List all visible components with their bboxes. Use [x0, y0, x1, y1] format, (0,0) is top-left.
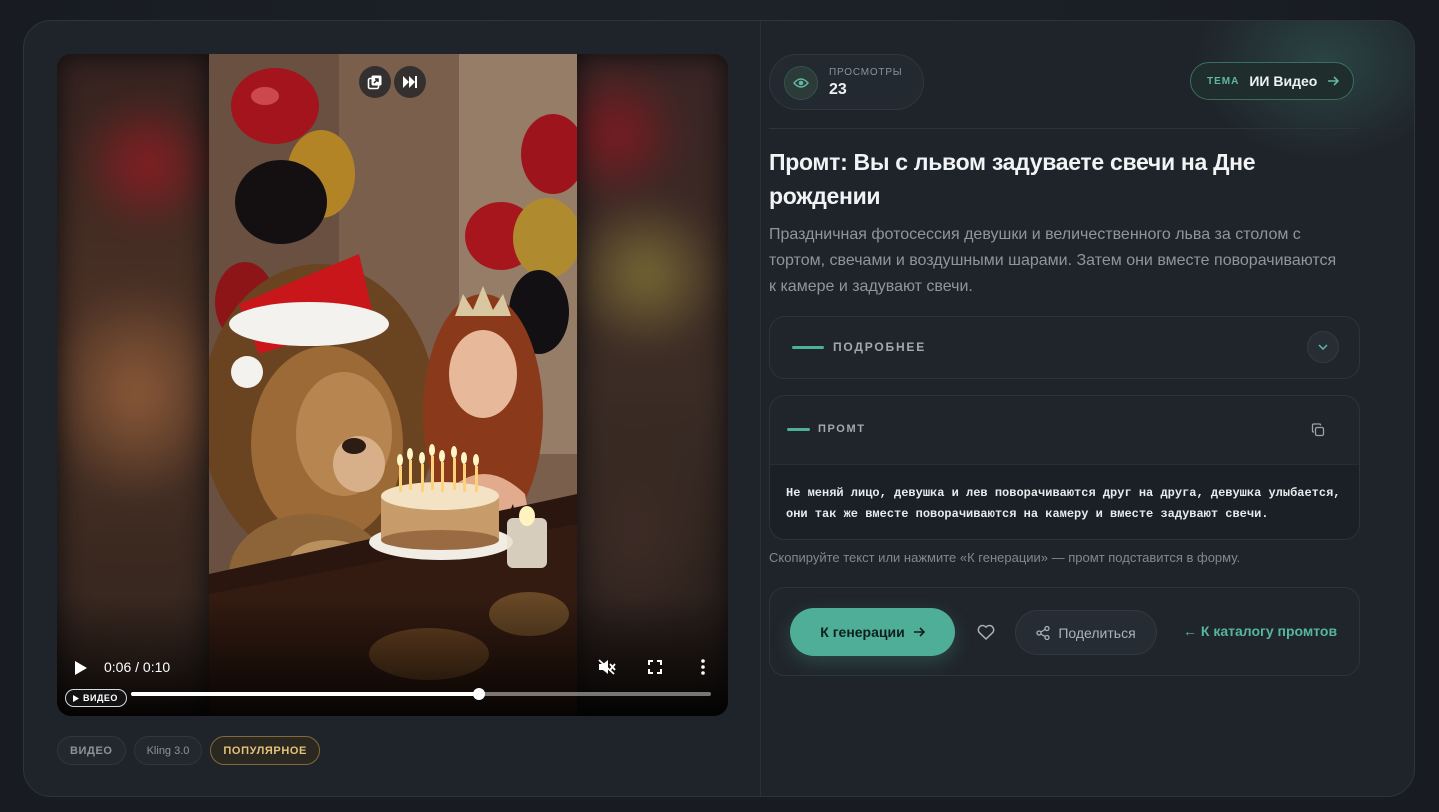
video-player[interactable]: 0:06 / 0:10 ВИДЕО	[57, 54, 728, 716]
skip-next-button[interactable]	[394, 66, 426, 98]
tag-list: ВИДЕО Kling 3.0 ПОПУЛЯРНОЕ	[57, 736, 320, 765]
prompt-box: ПРОМТ Не меняй лицо, девушка и лев повор…	[769, 395, 1360, 540]
tag-video[interactable]: ВИДЕО	[57, 736, 126, 765]
prompt-accent-line	[787, 428, 810, 431]
video-progress-bar[interactable]	[131, 688, 711, 700]
theme-label: ТЕМА	[1207, 75, 1240, 87]
column-divider	[760, 21, 761, 796]
video-type-badge: ВИДЕО	[65, 689, 127, 707]
arrow-right-icon	[1328, 76, 1340, 86]
copy-icon	[1311, 423, 1325, 437]
theme-link[interactable]: ТЕМА ИИ Видео	[1190, 62, 1355, 100]
share-button-label: Поделиться	[1058, 624, 1136, 641]
page-title: Промт: Вы с львом задуваете свечи на Дне…	[769, 149, 1256, 209]
play-small-icon	[73, 694, 79, 702]
page-description: Праздничная фотосессия девушки и величес…	[769, 226, 1337, 295]
views-label: ПРОСМОТРЫ	[829, 67, 903, 78]
share-icon	[1036, 625, 1050, 640]
tag-popular[interactable]: ПОПУЛЯРНОЕ	[210, 736, 320, 765]
tag-model[interactable]: Kling 3.0	[133, 736, 203, 765]
copy-hint: Скопируйте текст или нажмите «К генераци…	[769, 550, 1241, 565]
more-vertical-icon	[701, 659, 705, 675]
copy-prompt-button[interactable]	[1307, 419, 1329, 441]
arrow-right-icon	[913, 627, 925, 637]
chevron-down-icon	[1318, 344, 1328, 350]
prompt-card: 0:06 / 0:10 ВИДЕО ВИДЕО Kling 3.0 ПОПУЛЯ…	[23, 20, 1415, 797]
share-button[interactable]: Поделиться	[1015, 610, 1157, 655]
video-progress-handle[interactable]	[473, 688, 485, 700]
details-label: ПОДРОБНЕЕ	[833, 340, 927, 354]
details-accordion[interactable]: ПОДРОБНЕЕ	[769, 316, 1360, 379]
video-time: 0:06 / 0:10	[104, 659, 171, 675]
video-badge-label: ВИДЕО	[83, 693, 118, 703]
views-count: 23	[829, 81, 847, 98]
generate-button-label: К генерации	[820, 624, 905, 640]
details-accent-line	[792, 346, 824, 349]
play-icon	[75, 661, 87, 675]
skip-next-icon	[403, 76, 417, 88]
theme-name: ИИ Видео	[1249, 73, 1318, 89]
mute-icon	[598, 659, 616, 675]
fullscreen-button[interactable]	[643, 655, 667, 679]
picture-in-picture-icon	[367, 75, 382, 90]
views-icon-wrap	[784, 66, 818, 100]
favorite-button[interactable]	[972, 618, 1000, 646]
fullscreen-icon	[648, 660, 662, 674]
prompt-text[interactable]: Не меняй лицо, девушка и лев поворачиваю…	[770, 464, 1359, 539]
heart-icon	[977, 624, 995, 640]
more-options-button[interactable]	[691, 655, 715, 679]
mute-button[interactable]	[595, 655, 619, 679]
eye-icon	[793, 78, 809, 88]
details-toggle-button[interactable]	[1307, 331, 1339, 363]
actions-bar: К генерации Поделиться ← К каталогу пром…	[769, 587, 1360, 676]
video-controls-shade	[57, 596, 728, 716]
generate-button[interactable]: К генерации	[790, 608, 955, 656]
video-progress-fill	[131, 692, 479, 696]
picture-in-picture-button[interactable]	[359, 66, 391, 98]
play-button[interactable]	[71, 657, 91, 679]
catalog-link[interactable]: ← К каталогу промтов	[1183, 623, 1337, 639]
prompt-label: ПРОМТ	[818, 423, 866, 435]
header-divider	[769, 128, 1359, 129]
views-stat: ПРОСМОТРЫ 23	[769, 54, 924, 110]
prompt-box-header: ПРОМТ	[770, 396, 1359, 464]
